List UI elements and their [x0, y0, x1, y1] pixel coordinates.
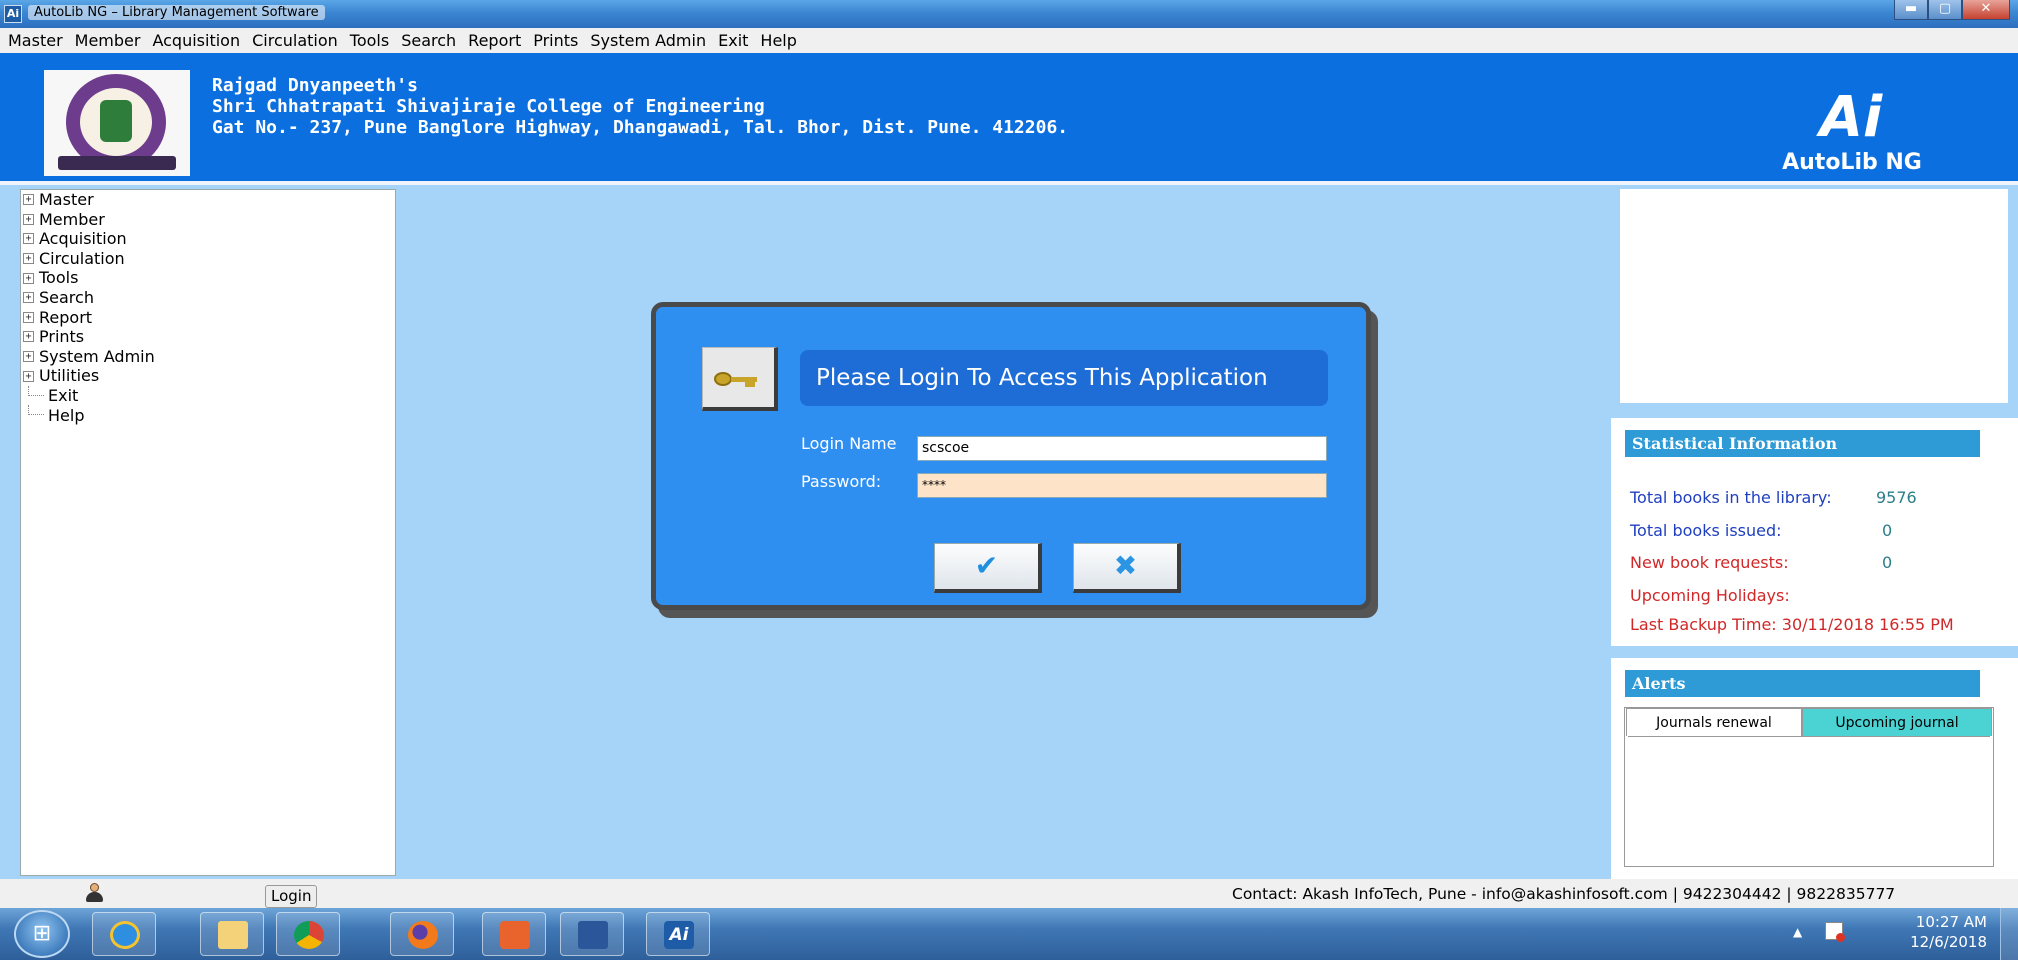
stat-books-issued-value: 0	[1882, 521, 1893, 540]
key-icon	[702, 347, 778, 411]
menu-search[interactable]: Search	[395, 31, 462, 50]
stat-last-backup: Last Backup Time: 30/11/2018 16:55 PM	[1630, 615, 1954, 634]
menu-acquisition[interactable]: Acquisition	[146, 31, 246, 50]
tree-item-search[interactable]: + Search	[21, 288, 395, 308]
login-cancel-button[interactable]: ✖	[1073, 543, 1181, 593]
user-icon	[84, 883, 104, 903]
login-status-button[interactable]: Login	[265, 885, 318, 908]
expand-icon[interactable]: +	[23, 272, 34, 284]
close-button[interactable]: ✕	[1962, 0, 2010, 20]
password-label: Password:	[801, 472, 882, 491]
minimize-button[interactable]: ▬	[1894, 0, 1928, 20]
tree-item-help[interactable]: Help	[21, 405, 395, 426]
login-ok-button[interactable]: ✔	[934, 543, 1042, 593]
media-player-icon[interactable]	[482, 912, 546, 956]
menu-member[interactable]: Member	[69, 31, 147, 50]
firefox-icon[interactable]	[390, 912, 454, 956]
expand-icon[interactable]: +	[23, 194, 34, 206]
expand-icon[interactable]: +	[23, 233, 34, 245]
chrome-icon[interactable]	[276, 912, 340, 956]
tree-item-exit[interactable]: Exit	[21, 385, 395, 406]
stat-book-requests-value: 0	[1882, 553, 1893, 572]
login-name-label: Login Name	[801, 434, 897, 453]
password-input[interactable]: ****	[917, 473, 1327, 498]
expand-icon[interactable]: +	[23, 351, 34, 363]
alerts-tab-content	[1628, 736, 1990, 862]
cross-icon: ✖	[1113, 549, 1138, 582]
stat-books-issued-label: Total books issued:	[1630, 521, 1782, 540]
autolib-logo-icon: Ai	[1819, 85, 1883, 150]
statistics-heading: Statistical Information	[1625, 430, 1980, 457]
stat-books-issued: Total books issued: 0	[1630, 521, 1892, 540]
clock-date[interactable]: 12/6/2018	[1887, 933, 1987, 951]
internet-explorer-icon[interactable]	[92, 912, 156, 956]
tab-upcoming-journal[interactable]: Upcoming journal	[1802, 708, 1992, 736]
menu-circulation[interactable]: Circulation	[246, 31, 344, 50]
show-desktop-button[interactable]	[2000, 908, 2018, 960]
menu-report[interactable]: Report	[462, 31, 527, 50]
tree-item-acquisition[interactable]: + Acquisition	[21, 229, 395, 249]
tree-item-tools[interactable]: + Tools	[21, 268, 395, 288]
tree-item-circulation[interactable]: + Circulation	[21, 249, 395, 269]
tree-item-member[interactable]: + Member	[21, 210, 395, 230]
tree-item-report[interactable]: + Report	[21, 308, 395, 328]
expand-icon[interactable]: +	[23, 213, 34, 225]
action-center-flag-icon[interactable]	[1825, 922, 1845, 942]
brand-name: AutoLib NG	[1782, 150, 1922, 175]
tree-item-prints[interactable]: + Prints	[21, 327, 395, 347]
menu-tools[interactable]: Tools	[344, 31, 395, 50]
info-panel-blank	[1620, 189, 2008, 403]
tree-item-utilities[interactable]: + Utilities	[21, 366, 395, 386]
stat-total-books-label: Total books in the library:	[1630, 488, 1832, 507]
title-bar: Ai AutoLib NG – Library Management Softw…	[0, 0, 2018, 28]
menu-help[interactable]: Help	[754, 31, 802, 50]
app-icon: Ai	[4, 5, 22, 23]
window-title: AutoLib NG – Library Management Software	[28, 5, 325, 20]
clock-time[interactable]: 10:27 AM	[1887, 913, 1987, 931]
stat-total-books: Total books in the library: 9576	[1630, 488, 1917, 507]
checkmark-icon: ✔	[974, 549, 999, 582]
menu-system-admin[interactable]: System Admin	[584, 31, 712, 50]
expand-icon[interactable]: +	[23, 292, 34, 304]
college-info: Rajgad Dnyanpeeth's Shri Chhatrapati Shi…	[212, 75, 1068, 138]
expand-icon[interactable]: +	[23, 253, 34, 265]
stat-total-books-value: 9576	[1876, 488, 1917, 507]
expand-icon[interactable]: +	[23, 311, 34, 323]
expand-icon[interactable]: +	[23, 370, 34, 382]
start-button[interactable]: ⊞	[14, 910, 70, 958]
college-name: Shri Chhatrapati Shivajiraje College of …	[212, 96, 765, 117]
word-icon[interactable]	[560, 912, 624, 956]
college-logo	[44, 70, 190, 176]
menu-prints[interactable]: Prints	[527, 31, 584, 50]
file-explorer-icon[interactable]	[200, 912, 264, 956]
tree-item-system-admin[interactable]: + System Admin	[21, 347, 395, 367]
tray-expand-icon[interactable]: ▲	[1793, 925, 1802, 939]
login-name-input[interactable]: scscoe	[917, 436, 1327, 461]
tree-item-master[interactable]: + Master	[21, 190, 395, 210]
menu-master[interactable]: Master	[2, 31, 69, 50]
college-trust: Rajgad Dnyanpeeth's	[212, 75, 418, 96]
stat-upcoming-holidays: Upcoming Holidays:	[1630, 586, 1790, 605]
college-address: Gat No.- 237, Pune Banglore Highway, Dha…	[212, 117, 1069, 138]
stat-book-requests: New book requests: 0	[1630, 553, 1892, 572]
alerts-heading: Alerts	[1625, 670, 1980, 697]
autolib-taskbar-icon[interactable]: Ai	[646, 912, 710, 956]
contact-info: Contact: Akash InfoTech, Pune - info@aka…	[1232, 885, 1896, 903]
maximize-button[interactable]: ▢	[1928, 0, 1962, 20]
expand-icon[interactable]: +	[23, 331, 34, 343]
login-dialog-title: Please Login To Access This Application	[800, 350, 1328, 406]
navigation-tree: + Master + Member + Acquisition + Circulatio…	[20, 189, 396, 876]
tab-journals-renewal[interactable]: Journals renewal	[1626, 708, 1802, 736]
menu-exit[interactable]: Exit	[712, 31, 754, 50]
menu-bar: Master Member Acquisition Circulation To…	[0, 28, 2018, 53]
stat-book-requests-label: New book requests:	[1630, 553, 1789, 572]
